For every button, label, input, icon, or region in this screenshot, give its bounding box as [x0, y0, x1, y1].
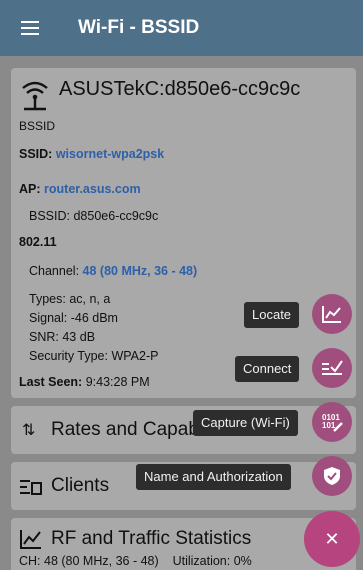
locate-chart-icon [322, 306, 341, 323]
bssid-card[interactable]: ASUSTekC:d850e6-cc9c9c BSSID SSID: wisor… [11, 68, 356, 398]
standard-label: 802.11 [19, 235, 57, 249]
bssid-subtitle: BSSID [19, 119, 56, 133]
channel-row: Channel: 48 (80 MHz, 36 - 48) [29, 264, 197, 278]
types-row: Types: ac, n, a [29, 292, 110, 306]
connect-test-icon [322, 360, 343, 375]
last-seen-row: Last Seen: 9:43:28 PM [19, 375, 150, 389]
channel-label: Channel: [29, 264, 80, 278]
app-bar: Wi-Fi - BSSID [0, 0, 363, 56]
rf-channel-label: CH: [19, 554, 41, 568]
bssid-label: BSSID: [29, 209, 70, 223]
last-seen-label: Last Seen: [19, 375, 83, 389]
shield-check-icon [324, 467, 340, 485]
name-auth-button[interactable] [312, 456, 352, 496]
security-row: Security Type: WPA2-P [29, 349, 158, 363]
signal-value: -46 dBm [70, 311, 118, 325]
rates-card[interactable]: ⇅ Rates and Capabilities [11, 406, 356, 454]
rf-channel-row: CH: 48 (80 MHz, 36 - 48) Utilization: 0% [19, 554, 252, 568]
types-value: ac, n, a [69, 292, 111, 306]
close-fab-button[interactable]: ✕ [304, 511, 360, 567]
types-label: Types: [29, 292, 66, 306]
chart-line-icon [20, 530, 41, 549]
sort-arrows-icon: ⇅ [22, 422, 36, 439]
connect-label[interactable]: Connect [235, 356, 300, 382]
rf-util-value: 0% [233, 554, 252, 568]
bssid-row: BSSID: d850e6-cc9c9c [29, 209, 158, 223]
page-title: Wi-Fi - BSSID [78, 17, 200, 38]
menu-icon[interactable] [0, 0, 60, 56]
capture-label[interactable]: Capture (Wi-Fi) [193, 410, 298, 436]
snr-row: SNR: 43 dB [29, 330, 95, 344]
security-value: WPA2-P [111, 349, 159, 363]
bssid-title: ASUSTekC:d850e6-cc9c9c [59, 78, 301, 100]
ssid-row: SSID: wisornet-wpa2psk [19, 147, 164, 161]
standard-row: 802.11 [19, 235, 57, 249]
svg-text:101: 101 [322, 421, 336, 430]
ap-label: AP: [19, 182, 41, 196]
security-label: Security Type: [29, 349, 108, 363]
rf-title: RF and Traffic Statistics [51, 528, 252, 549]
connect-button[interactable] [312, 348, 352, 388]
snr-label: SNR: [29, 330, 59, 344]
rf-channel-value: 48 (80 MHz, 36 - 48) [44, 554, 159, 568]
bssid-value: d850e6-cc9c9c [73, 209, 159, 223]
clients-title: Clients [51, 475, 110, 496]
name-auth-label[interactable]: Name and Authorization [136, 464, 291, 490]
snr-value: 43 dB [62, 330, 96, 344]
ap-link[interactable]: router.asus.com [44, 182, 141, 196]
locate-label[interactable]: Locate [244, 302, 300, 328]
signal-row: Signal: -46 dBm [29, 311, 118, 325]
locate-button[interactable] [312, 294, 352, 334]
rf-util-label: Utilization: [172, 554, 231, 568]
access-point-icon [22, 81, 48, 111]
ap-row: AP: router.asus.com [19, 182, 141, 196]
clients-icon [20, 480, 42, 495]
close-icon: ✕ [324, 528, 340, 549]
ssid-label: SSID: [19, 147, 53, 161]
signal-label: Signal: [29, 311, 68, 325]
channel-link[interactable]: 48 (80 MHz, 36 - 48) [83, 264, 198, 278]
capture-button[interactable]: 0101 101 [312, 402, 352, 442]
ssid-link[interactable]: wisornet-wpa2psk [56, 147, 164, 161]
last-seen-value: 9:43:28 PM [85, 375, 150, 389]
binary-capture-icon: 0101 101 [322, 413, 343, 432]
